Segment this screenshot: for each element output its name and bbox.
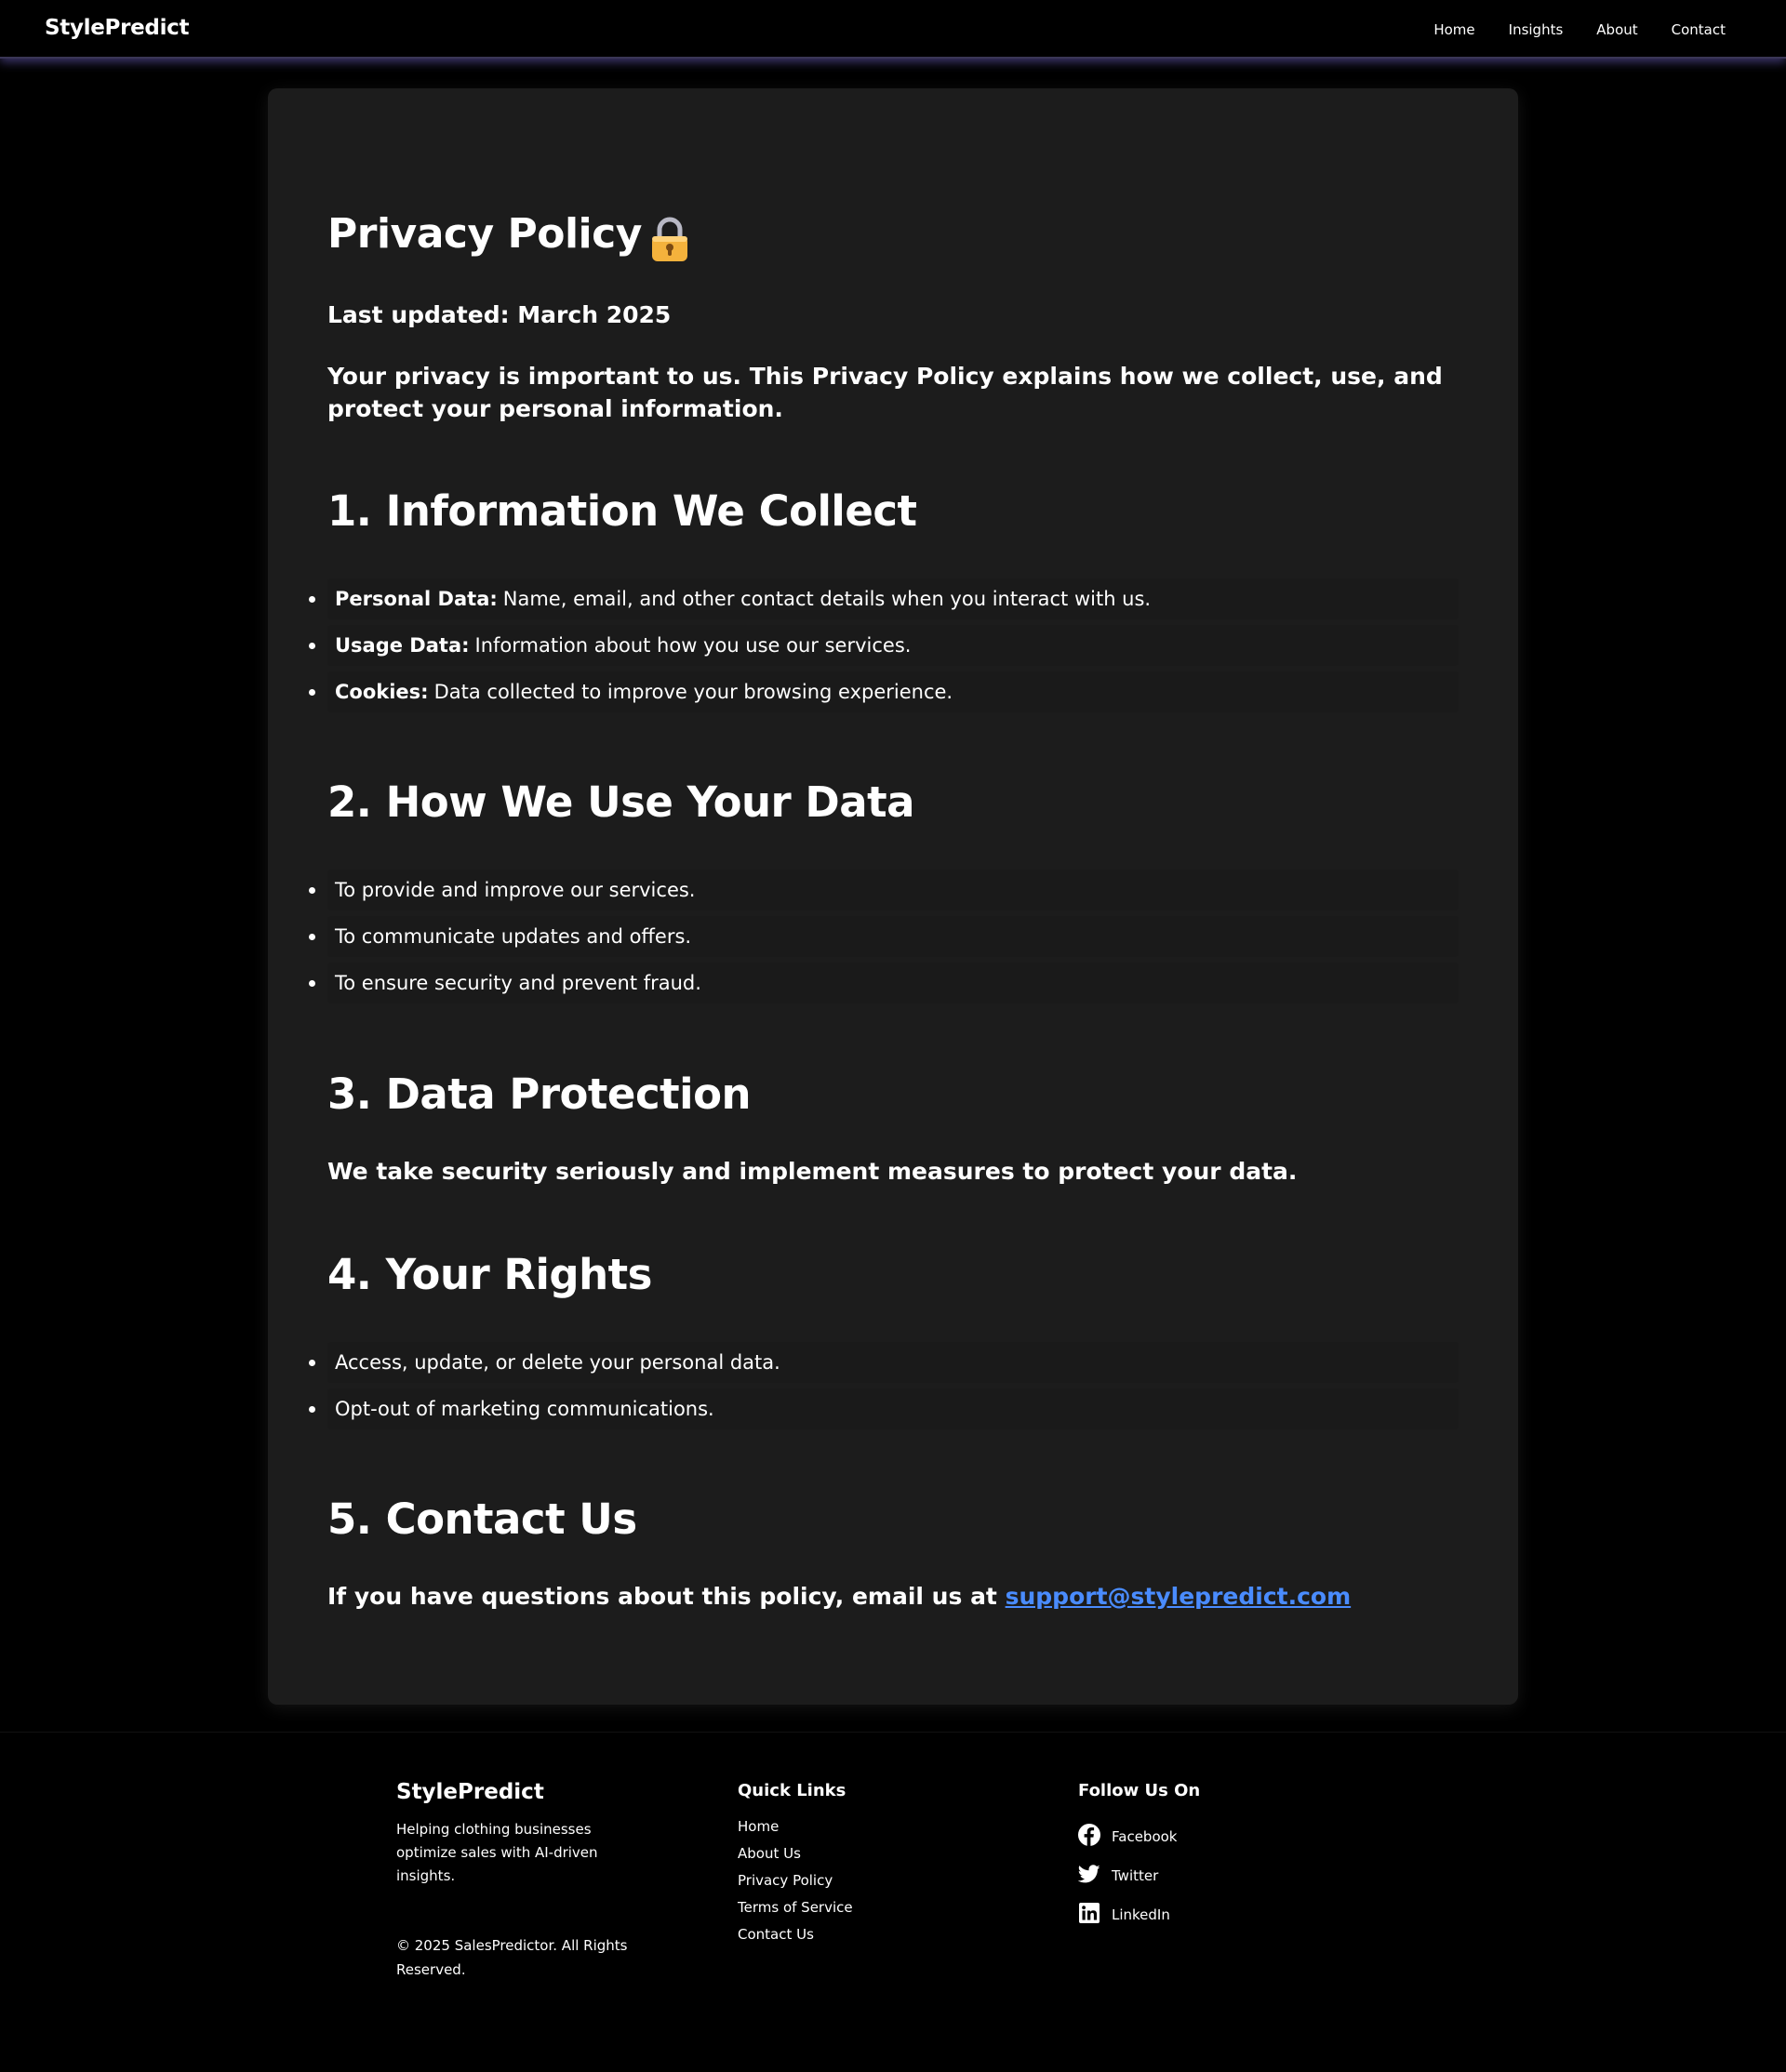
list-item: Personal Data: Name, email, and other co… — [309, 578, 1459, 619]
social-link-linkedin[interactable]: LinkedIn — [1078, 1902, 1177, 1941]
nav-links: Home Insights About Contact — [1433, 0, 1786, 59]
bullet-dot — [309, 887, 315, 894]
bullet-dot — [309, 643, 315, 649]
list-item-label: Usage Data: — [335, 634, 470, 657]
section-heading-collect: 1. Information We Collect — [327, 486, 917, 536]
quick-links-list: Home About Us Privacy Policy Terms of Se… — [738, 1817, 853, 1952]
facebook-icon — [1078, 1824, 1100, 1846]
list-item: To ensure security and prevent fraud. — [309, 963, 1459, 1003]
footer-link-privacy-policy[interactable]: Privacy Policy — [738, 1872, 833, 1889]
list-item-text: Opt-out of marketing communications. — [335, 1398, 714, 1420]
list-item-text: To ensure security and prevent fraud. — [335, 972, 701, 994]
list-item: Opt-out of marketing communications. — [309, 1388, 1459, 1429]
lock-icon — [652, 217, 687, 261]
bullet-dot — [309, 689, 315, 696]
social-link-facebook[interactable]: Facebook — [1078, 1824, 1177, 1863]
contact-paragraph: If you have questions about this policy,… — [327, 1583, 1351, 1610]
social-label: LinkedIn — [1112, 1906, 1170, 1923]
list-item-text: To provide and improve our services. — [335, 879, 696, 901]
quick-links-heading: Quick Links — [738, 1781, 846, 1800]
social-links-list: Facebook Twitter LinkedIn — [1078, 1824, 1177, 1941]
contact-text: If you have questions about this policy,… — [327, 1583, 997, 1610]
follow-us-heading: Follow Us On — [1078, 1781, 1201, 1800]
nav-contact-link[interactable]: Contact — [1672, 21, 1726, 38]
section-heading-contact: 5. Contact Us — [327, 1494, 637, 1544]
protection-paragraph: We take security seriously and implement… — [327, 1158, 1298, 1185]
footer-link-about-us[interactable]: About Us — [738, 1845, 801, 1862]
last-updated: Last updated: March 2025 — [327, 301, 672, 328]
twitter-icon — [1078, 1865, 1100, 1883]
footer-description: Helping clothing businesses optimize sal… — [396, 1821, 598, 1884]
nav-about-link[interactable]: About — [1596, 21, 1637, 38]
footer-brand: StylePredict — [396, 1780, 544, 1804]
list-item: Usage Data: Information about how you us… — [309, 625, 1459, 666]
social-link-twitter[interactable]: Twitter — [1078, 1863, 1177, 1902]
list-item-text: Information about how you use our servic… — [474, 634, 912, 657]
list-item-label: Personal Data: — [335, 588, 498, 610]
collect-list: Personal Data: Name, email, and other co… — [309, 578, 1459, 718]
top-navbar: StylePredict Home Insights About Contact — [0, 0, 1786, 59]
list-item-text: Name, email, and other contact details w… — [502, 588, 1152, 610]
list-item: To provide and improve our services. — [309, 870, 1459, 910]
linkedin-icon — [1079, 1903, 1100, 1923]
list-item: Access, update, or delete your personal … — [309, 1342, 1459, 1383]
list-item: Cookies: Data collected to improve your … — [309, 671, 1459, 712]
section-heading-rights: 4. Your Rights — [327, 1250, 652, 1299]
list-item-text: Data collected to improve your browsing … — [433, 681, 953, 703]
footer-link-contact-us[interactable]: Contact Us — [738, 1926, 814, 1943]
list-item-label: Cookies: — [335, 681, 429, 703]
bullet-dot — [309, 934, 315, 940]
brand-logo[interactable]: StylePredict — [45, 16, 190, 40]
bullet-dot — [309, 1406, 315, 1413]
nav-insights-link[interactable]: Insights — [1509, 21, 1564, 38]
page-title: Privacy Policy — [327, 210, 642, 258]
footer-link-terms-of-service[interactable]: Terms of Service — [738, 1899, 853, 1916]
bullet-dot — [309, 1360, 315, 1366]
intro-paragraph: Your privacy is important to us. This Pr… — [327, 363, 1443, 422]
social-label: Facebook — [1112, 1828, 1178, 1845]
policy-card: Privacy Policy Last updated: March 2025 … — [268, 88, 1518, 1705]
site-footer: StylePredict Helping clothing businesses… — [0, 1732, 1786, 2072]
list-item: To communicate updates and offers. — [309, 916, 1459, 957]
section-heading-use: 2. How We Use Your Data — [327, 777, 914, 827]
bullet-dot — [309, 596, 315, 603]
footer-link-home[interactable]: Home — [738, 1818, 779, 1835]
footer-copyright: © 2025 SalesPredictor. All Rights Reserv… — [396, 1937, 628, 1978]
list-item-text: To communicate updates and offers. — [335, 925, 692, 948]
rights-list: Access, update, or delete your personal … — [309, 1342, 1459, 1435]
support-email-link[interactable]: support@stylepredict.com — [1006, 1583, 1352, 1610]
bullet-dot — [309, 980, 315, 987]
section-heading-protection: 3. Data Protection — [327, 1069, 752, 1119]
use-list: To provide and improve our services. To … — [309, 870, 1459, 1009]
nav-home-link[interactable]: Home — [1433, 21, 1474, 38]
social-label: Twitter — [1112, 1867, 1159, 1884]
list-item-text: Access, update, or delete your personal … — [335, 1351, 780, 1374]
